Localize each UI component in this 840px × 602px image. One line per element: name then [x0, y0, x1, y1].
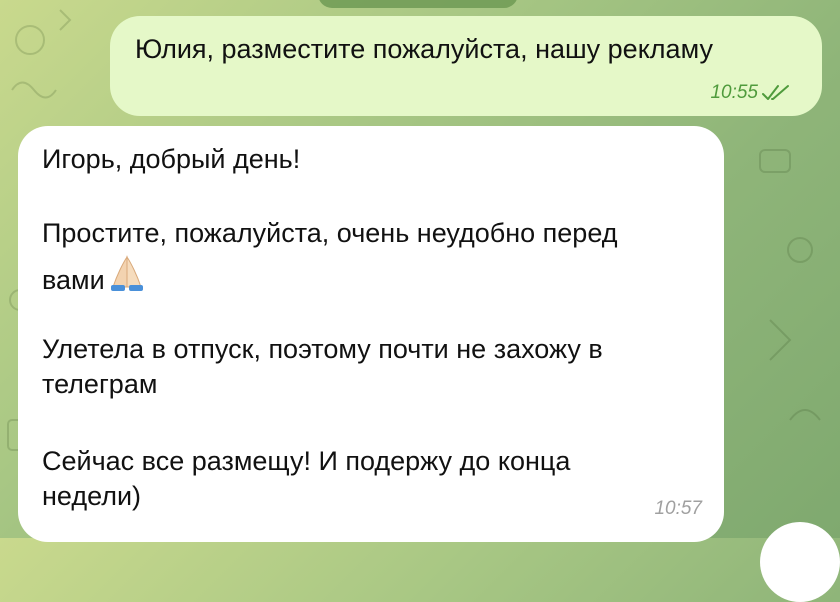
scroll-down-button[interactable] — [760, 522, 840, 602]
message-line-apology-word: вами — [42, 265, 105, 295]
message-line-promise: Сейчас все размещу! И подержу до конца — [42, 446, 571, 476]
incoming-message-bubble[interactable]: Игорь, добрый день! Простите, пожалуйста… — [18, 126, 724, 542]
incoming-message-time: 10:57 — [654, 498, 702, 519]
message-line-vacation-cont: телеграм — [42, 369, 158, 399]
message-line-apology: Простите, пожалуйста, очень неудобно пер… — [42, 218, 618, 248]
date-pill — [318, 0, 518, 8]
double-check-icon — [762, 85, 789, 100]
message-line-promise-cont: недели) — [42, 481, 142, 511]
outgoing-message-meta: 10:55 — [710, 82, 790, 104]
message-line-vacation: Улетела в отпуск, поэтому почти не захож… — [42, 334, 603, 364]
praying-hands-icon — [110, 255, 143, 291]
message-line-greeting: Игорь, добрый день! — [42, 144, 301, 174]
message-line-apology-cont: вами — [42, 253, 147, 296]
outgoing-message-text: Юлия, разместите пожалуйста, нашу реклам… — [135, 34, 713, 64]
outgoing-message-time: 10:55 — [710, 82, 758, 103]
outgoing-message-bubble[interactable]: Юлия, разместите пожалуйста, нашу реклам… — [110, 16, 822, 116]
